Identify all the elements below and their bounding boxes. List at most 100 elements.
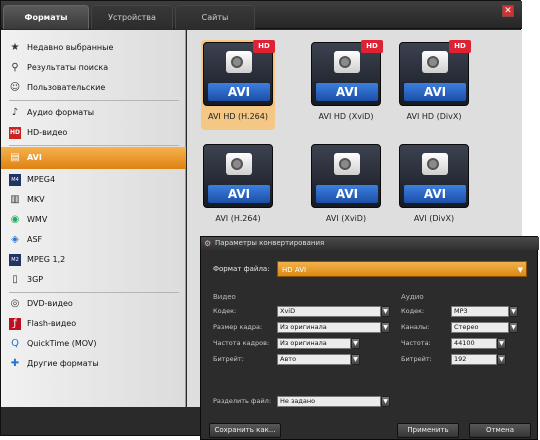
sidebar-item-label: Результаты поиска	[27, 63, 109, 72]
preset-tile-avi-divx[interactable]: AVI AVI (DivX)	[397, 142, 471, 232]
video-bitrate-select[interactable]: Авто	[277, 354, 351, 365]
channels-label: Каналы:	[401, 323, 430, 331]
star-icon: ★	[10, 42, 20, 53]
format-badge: AVI	[208, 185, 270, 203]
chevron-down-icon[interactable]: ▼	[509, 306, 518, 317]
frame-size-label: Размер кадра:	[213, 323, 263, 331]
format-badge: AVI	[316, 185, 378, 203]
apply-button[interactable]: Применить	[397, 423, 459, 438]
sidebar-item-quicktime[interactable]: Q QuickTime (MOV)	[1, 335, 186, 353]
preset-caption: AVI (H.264)	[215, 214, 261, 223]
mkv-icon: ▥	[10, 194, 20, 205]
tab-formats[interactable]: Форматы	[3, 5, 89, 29]
sidebar-item-label: ASF	[27, 235, 43, 244]
sidebar-item-mpeg4[interactable]: M4 MPEG4	[1, 171, 186, 189]
format-badge: AVI	[404, 185, 466, 203]
dialog-title: Параметры конвертирования	[215, 239, 325, 247]
split-file-select[interactable]: Не задано	[277, 396, 381, 407]
sample-rate-select[interactable]: 44100	[451, 338, 497, 349]
sidebar-item-mpeg12[interactable]: M2 MPEG 1,2	[1, 251, 186, 269]
divider	[9, 145, 179, 146]
split-file-label: Разделить файл:	[213, 397, 272, 405]
sidebar-item-search-results[interactable]: ⚲ Результаты поиска	[1, 59, 186, 77]
sidebar-item-custom[interactable]: ☺ Пользовательские	[1, 79, 186, 97]
sidebar-item-audio[interactable]: ♪ Аудио форматы	[1, 104, 186, 122]
chevron-down-icon[interactable]: ▼	[351, 338, 360, 349]
format-badge: AVI	[208, 83, 270, 101]
sidebar-item-label: Пользовательские	[27, 83, 106, 92]
sample-rate-label: Частота:	[401, 339, 431, 347]
audio-bitrate-select[interactable]: 192	[451, 354, 497, 365]
cancel-button[interactable]: Отмена	[469, 423, 531, 438]
sidebar-item-other[interactable]: ✚ Другие форматы	[1, 355, 186, 373]
search-icon: ⚲	[11, 62, 19, 73]
mpeg-icon: M2	[9, 254, 21, 266]
sidebar-item-avi[interactable]: ▤ AVI	[1, 147, 186, 169]
chevron-down-icon[interactable]: ▼	[509, 322, 518, 333]
preset-tile-avi-hd-xvid[interactable]: AVI HD AVI HD (XviD)	[309, 40, 383, 130]
film-icon: ▤	[10, 152, 20, 163]
sidebar-item-hd-video[interactable]: HD HD-видео	[1, 124, 186, 142]
video-section-header: Видео	[213, 293, 236, 301]
chevron-down-icon[interactable]: ▼	[381, 322, 390, 333]
more-icon: ✚	[10, 358, 20, 369]
preset-caption: AVI HD (XviD)	[318, 112, 374, 121]
quicktime-icon: Q	[11, 338, 19, 349]
audio-codec-select[interactable]: MP3	[451, 306, 509, 317]
preset-tile-avi-xvid[interactable]: AVI AVI (XviD)	[309, 142, 383, 232]
hd-badge: HD	[361, 40, 383, 53]
output-format-select[interactable]: HD AVI ▼	[277, 261, 527, 277]
close-icon[interactable]: ✕	[502, 5, 514, 17]
sidebar-item-label: Недавно выбранные	[27, 43, 114, 52]
preset-thumbnail: AVI	[311, 144, 381, 208]
camcorder-icon	[226, 153, 252, 175]
sidebar-item-3gp[interactable]: ▯ 3GP	[1, 271, 186, 289]
sidebar-item-recent[interactable]: ★ Недавно выбранные	[1, 39, 186, 57]
hd-badge: HD	[253, 40, 275, 53]
asf-icon: ◈	[11, 234, 19, 245]
chevron-down-icon[interactable]: ▼	[381, 396, 390, 407]
chevron-down-icon[interactable]: ▼	[351, 354, 360, 365]
preset-thumbnail: AVI	[399, 144, 469, 208]
format-category-sidebar: ★ Недавно выбранные ⚲ Результаты поиска ☺ П…	[1, 30, 186, 407]
tab-devices[interactable]: Устройства	[91, 5, 173, 29]
tab-sites[interactable]: Сайты	[175, 5, 255, 29]
music-note-icon: ♪	[11, 107, 19, 118]
chevron-down-icon[interactable]: ▼	[381, 306, 390, 317]
dialog-titlebar: ⚙ Параметры конвертирования	[201, 237, 539, 250]
chevron-down-icon[interactable]: ▼	[497, 338, 506, 349]
camcorder-icon	[334, 51, 360, 73]
format-badge: AVI	[404, 83, 466, 101]
frame-rate-select[interactable]: Из оригинала	[277, 338, 351, 349]
preset-caption: AVI (XviD)	[325, 214, 367, 223]
user-icon: ☺	[9, 82, 21, 93]
preset-caption: AVI (DivX)	[413, 214, 455, 223]
flash-icon: ƒ	[9, 318, 21, 330]
sidebar-item-mkv[interactable]: ▥ MKV	[1, 191, 186, 209]
sidebar-item-label: MPEG4	[27, 175, 56, 184]
preset-tile-avi-h264[interactable]: AVI AVI (H.264)	[201, 142, 275, 232]
video-codec-select[interactable]: XviD	[277, 306, 381, 317]
sidebar-item-dvd[interactable]: ◎ DVD-видео	[1, 295, 186, 313]
sidebar-item-label: HD-видео	[27, 128, 68, 137]
sidebar-item-flash[interactable]: ƒ Flash-видео	[1, 315, 186, 333]
sidebar-item-asf[interactable]: ◈ ASF	[1, 231, 186, 249]
chevron-down-icon[interactable]: ▼	[497, 354, 506, 365]
channels-select[interactable]: Стерео	[451, 322, 509, 333]
gear-icon: ⚙	[204, 239, 212, 248]
camcorder-icon	[422, 51, 448, 73]
preset-caption: AVI HD (DivX)	[406, 112, 462, 121]
preset-tile-avi-hd-divx[interactable]: AVI HD AVI HD (DivX)	[397, 40, 471, 130]
hd-badge: HD	[449, 40, 471, 53]
audio-codec-label: Кодек:	[401, 307, 425, 315]
frame-size-select[interactable]: Из оригинала	[277, 322, 381, 333]
sidebar-item-label: 3GP	[27, 275, 44, 284]
sidebar-item-wmv[interactable]: ◉ WMV	[1, 211, 186, 229]
sidebar-item-label: AVI	[27, 153, 42, 162]
disc-icon: ◎	[10, 298, 20, 309]
wmv-icon: ◉	[10, 214, 20, 225]
save-as-button[interactable]: Сохранить как...	[209, 423, 281, 438]
preset-tile-avi-hd-h264[interactable]: AVI HD AVI HD (H.264)	[201, 40, 275, 130]
phone-icon: ▯	[12, 274, 18, 285]
camcorder-icon	[334, 153, 360, 175]
